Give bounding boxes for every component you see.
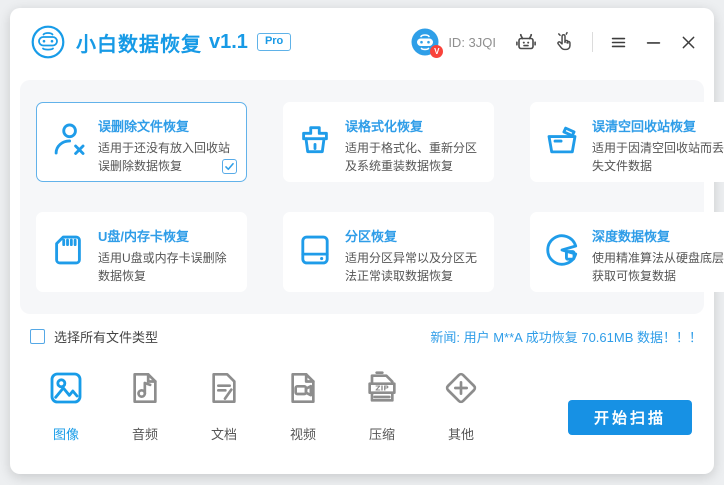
video-icon: [283, 368, 323, 408]
card-undelete-recovery[interactable]: 误删除文件恢复 适用于还没有放入回收站误删除数据恢复: [36, 102, 247, 182]
header-actions: V ID: 3JQI: [411, 28, 698, 56]
vip-badge: V: [430, 45, 443, 58]
card-desc: 使用精准算法从硬盘底层获取可恢复数据: [592, 249, 724, 285]
card-desc: 适用于格式化、重新分区及系统重装数据恢复: [345, 139, 483, 175]
recycle-bin-icon: [543, 121, 581, 159]
filetype-label: 视频: [290, 424, 316, 443]
other-icon: [441, 368, 481, 408]
hard-drive-icon: [296, 231, 334, 269]
format-icon: [296, 121, 334, 159]
recovery-modes-panel: 误删除文件恢复 适用于还没有放入回收站误删除数据恢复 误格式化恢复 适用于格式化…: [20, 80, 704, 314]
filetype-label: 压缩: [369, 424, 395, 443]
card-usb-sdcard-recovery[interactable]: U盘/内存卡恢复 适用U盘或内存卡误删除数据恢复: [36, 212, 247, 292]
start-scan-button[interactable]: 开始扫描: [568, 400, 692, 435]
card-title: 误清空回收站恢复: [592, 116, 724, 135]
card-desc: 适用U盘或内存卡误删除数据恢复: [98, 249, 236, 285]
card-title: 深度数据恢复: [592, 226, 724, 245]
svg-text:ZIP: ZIP: [375, 384, 389, 393]
filetype-image[interactable]: 图像: [40, 368, 92, 443]
card-unformat-recovery[interactable]: 误格式化恢复 适用于格式化、重新分区及系统重装数据恢复: [283, 102, 494, 182]
select-all-checkbox[interactable]: [30, 329, 45, 344]
select-all-label: 选择所有文件类型: [54, 327, 158, 346]
filetype-audio[interactable]: 音频: [119, 368, 171, 443]
divider: [592, 32, 593, 52]
card-title: 分区恢复: [345, 226, 483, 245]
user-avatar[interactable]: V: [411, 28, 439, 56]
filetype-label: 图像: [53, 424, 79, 443]
card-title: 误格式化恢复: [345, 116, 483, 135]
menu-icon[interactable]: [609, 33, 628, 52]
news-ticker: 新闻: 用户 M**A 成功恢复 70.61MB 数据！！！: [430, 327, 702, 346]
filetype-video[interactable]: 视频: [277, 368, 329, 443]
card-desc: 适用于还没有放入回收站误删除数据恢复: [98, 139, 236, 175]
filter-row: 选择所有文件类型 新闻: 用户 M**A 成功恢复 70.61MB 数据！！！: [30, 327, 702, 346]
filetype-other[interactable]: 其他: [435, 368, 487, 443]
user-id: ID: 3JQI: [448, 35, 496, 50]
audio-icon: [125, 368, 165, 408]
filetype-label: 其他: [448, 424, 474, 443]
touch-hand-icon[interactable]: [554, 31, 576, 53]
sd-card-icon: [49, 231, 87, 269]
user-delete-icon: [49, 121, 87, 159]
app-version: v1.1: [209, 31, 248, 54]
card-recycle-bin-recovery[interactable]: 误清空回收站恢复 适用于因清空回收站而丢失文件数据: [530, 102, 724, 182]
card-deep-scan-recovery[interactable]: 深度数据恢复 使用精准算法从硬盘底层获取可恢复数据: [530, 212, 724, 292]
pro-badge: Pro: [257, 33, 291, 51]
card-desc: 适用分区异常以及分区无法正常读取数据恢复: [345, 249, 483, 285]
card-desc: 适用于因清空回收站而丢失文件数据: [592, 139, 724, 175]
filetype-document[interactable]: 文档: [198, 368, 250, 443]
filetype-label: 音频: [132, 424, 158, 443]
title-bar: 小白数据恢复 v1.1 Pro V ID: 3JQI: [10, 8, 714, 70]
document-icon: [204, 368, 244, 408]
filetype-label: 文档: [211, 424, 237, 443]
card-title: 误删除文件恢复: [98, 116, 236, 135]
close-icon[interactable]: [679, 33, 698, 52]
card-partition-recovery[interactable]: 分区恢复 适用分区异常以及分区无法正常读取数据恢复: [283, 212, 494, 292]
image-icon: [46, 368, 86, 408]
minimize-icon[interactable]: [644, 33, 663, 52]
filetype-archive[interactable]: ZIP 压缩: [356, 368, 408, 443]
app-window: 小白数据恢复 v1.1 Pro V ID: 3JQI: [10, 8, 714, 474]
card-checked-checkbox[interactable]: [222, 159, 237, 174]
robot-assistant-icon[interactable]: [514, 30, 538, 54]
app-title: 小白数据恢复: [76, 28, 202, 57]
card-title: U盘/内存卡恢复: [98, 226, 236, 245]
deep-scan-icon: [543, 231, 581, 269]
zip-icon: ZIP: [362, 368, 402, 408]
app-logo-icon: [30, 24, 66, 60]
